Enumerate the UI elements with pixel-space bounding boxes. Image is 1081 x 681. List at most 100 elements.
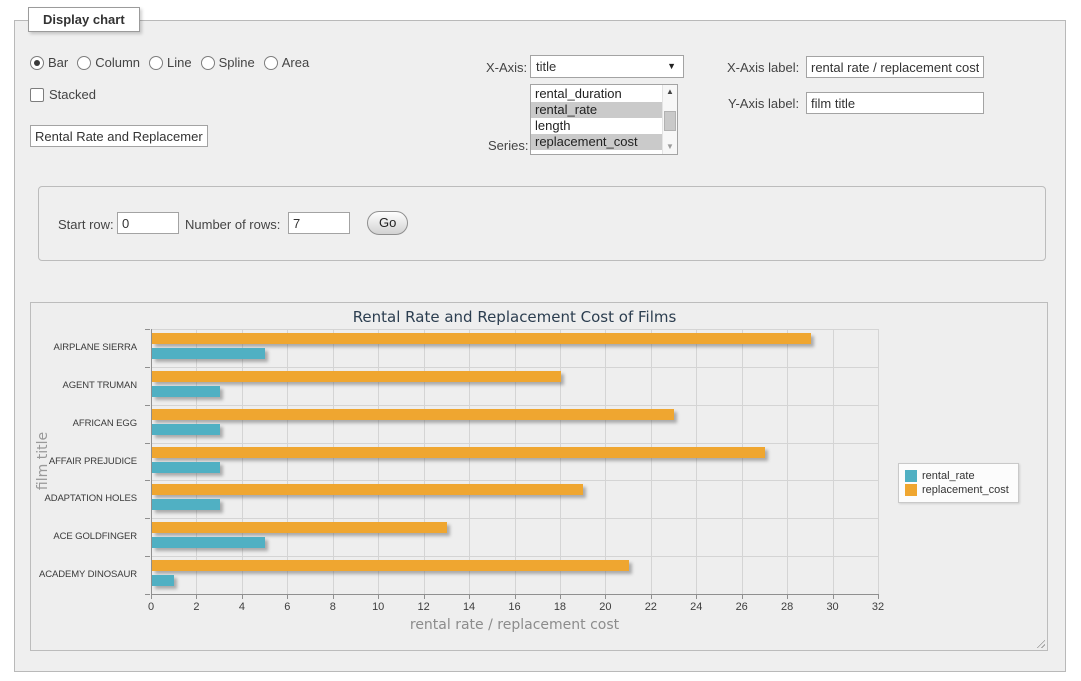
chart-type-option-line[interactable]: Line — [149, 55, 192, 70]
x-axis-label-input[interactable] — [806, 56, 984, 78]
gridline-vertical — [605, 329, 606, 594]
gridline-horizontal — [152, 480, 878, 481]
x-axis-select[interactable]: title ▼ — [530, 55, 684, 78]
gridline-horizontal — [152, 556, 878, 557]
gridline-vertical — [287, 329, 288, 594]
x-tick — [196, 595, 197, 599]
radio-line[interactable] — [149, 56, 163, 70]
gridline-horizontal — [152, 367, 878, 368]
gridline-vertical — [696, 329, 697, 594]
gridline-vertical — [469, 329, 470, 594]
page: Display chart Bar Column Line Spline Area St… — [0, 0, 1081, 681]
y-axis-label-input[interactable] — [806, 92, 984, 114]
x-axis-select-label: X-Axis: — [486, 60, 527, 75]
series-listbox[interactable]: rental_durationrental_ratelengthreplacem… — [530, 84, 678, 155]
chart-type-label-bar: Bar — [48, 55, 68, 70]
stacked-checkbox[interactable] — [30, 88, 44, 102]
chart-type-label-column: Column — [95, 55, 140, 70]
x-tick — [560, 595, 561, 599]
x-axis-title: rental rate / replacement cost — [151, 617, 878, 633]
x-tick — [878, 595, 879, 599]
x-tick-label: 22 — [636, 601, 666, 613]
start-row-input[interactable] — [117, 212, 179, 234]
y-category-labels: AIRPLANE SIERRAAGENT TRUMANAFRICAN EGGAF… — [31, 329, 144, 594]
legend-item-rental_rate: rental_rate — [905, 470, 1009, 482]
y-category-label: ADAPTATION HOLES — [31, 493, 137, 504]
scroll-down-icon[interactable]: ▼ — [663, 141, 677, 153]
x-tick — [787, 595, 788, 599]
gridline-vertical — [651, 329, 652, 594]
bar-rental_rate — [152, 462, 220, 473]
radio-spline[interactable] — [201, 56, 215, 70]
x-tick — [287, 595, 288, 599]
x-tick-label: 4 — [227, 601, 257, 613]
y-tick — [145, 480, 150, 481]
bar-rental_rate — [152, 386, 220, 397]
y-tick — [145, 405, 150, 406]
series-option-length[interactable]: length — [531, 118, 663, 134]
go-button[interactable]: Go — [367, 211, 408, 235]
listbox-scrollbar[interactable]: ▲ ▼ — [662, 85, 677, 154]
y-category-label: ACADEMY DINOSAUR — [31, 569, 137, 580]
gridline-vertical — [742, 329, 743, 594]
radio-column[interactable] — [77, 56, 91, 70]
x-tick-label: 10 — [363, 601, 393, 613]
scrollbar-thumb[interactable] — [664, 111, 676, 131]
chart-title-input[interactable] — [30, 125, 208, 147]
gridline-vertical — [560, 329, 561, 594]
y-category-label: AFFAIR PREJUDICE — [31, 456, 137, 467]
chart-type-option-area[interactable]: Area — [264, 55, 309, 70]
fieldset-legend: Display chart — [28, 7, 140, 32]
gridline-horizontal — [152, 329, 878, 330]
gridline-vertical — [515, 329, 516, 594]
x-tick — [742, 595, 743, 599]
bar-rental_rate — [152, 537, 265, 548]
number-of-rows-input[interactable] — [288, 212, 350, 234]
series-options: rental_durationrental_ratelengthreplacem… — [531, 86, 663, 150]
gridline-vertical — [333, 329, 334, 594]
x-tick-label: 28 — [772, 601, 802, 613]
chart-legend: rental_ratereplacement_cost — [898, 463, 1019, 503]
y-category-label: ACE GOLDFINGER — [31, 531, 137, 542]
x-tick-label: 32 — [863, 601, 893, 613]
resize-handle-icon[interactable] — [1034, 637, 1045, 648]
radio-area[interactable] — [264, 56, 278, 70]
y-category-label: AFRICAN EGG — [31, 418, 137, 429]
chart-title: Rental Rate and Replacement Cost of Film… — [151, 308, 878, 326]
bar-replacement_cost — [152, 409, 674, 420]
series-option-replacement_cost[interactable]: replacement_cost — [531, 134, 663, 150]
y-tick — [145, 329, 150, 330]
chart-type-radio-group: Bar Column Line Spline Area — [30, 55, 318, 70]
x-tick-label: 18 — [545, 601, 575, 613]
x-tick-label: 26 — [727, 601, 757, 613]
x-tick-label: 30 — [818, 601, 848, 613]
bar-rental_rate — [152, 499, 220, 510]
series-option-rental_duration[interactable]: rental_duration — [531, 86, 663, 102]
x-tick — [833, 595, 834, 599]
scroll-up-icon[interactable]: ▲ — [663, 86, 677, 98]
gridline-horizontal — [152, 405, 878, 406]
gridline-horizontal — [152, 518, 878, 519]
number-of-rows-label: Number of rows: — [185, 217, 280, 232]
chart-type-option-bar[interactable]: Bar — [30, 55, 68, 70]
x-tick — [242, 595, 243, 599]
x-tick — [515, 595, 516, 599]
chart-type-option-spline[interactable]: Spline — [201, 55, 255, 70]
series-option-rental_rate[interactable]: rental_rate — [531, 102, 663, 118]
y-tick — [145, 443, 150, 444]
bar-replacement_cost — [152, 560, 629, 571]
chart-type-label-line: Line — [167, 55, 192, 70]
chart-type-option-column[interactable]: Column — [77, 55, 140, 70]
y-tick — [145, 556, 150, 557]
bar-rental_rate — [152, 575, 174, 586]
x-tick-label: 24 — [681, 601, 711, 613]
dropdown-arrow-icon[interactable]: ▼ — [667, 56, 676, 77]
bar-replacement_cost — [152, 522, 447, 533]
gridline-horizontal — [152, 443, 878, 444]
stacked-option[interactable]: Stacked — [30, 87, 96, 102]
radio-bar[interactable] — [30, 56, 44, 70]
gridline-vertical — [378, 329, 379, 594]
x-axis-label-caption: X-Axis label: — [727, 60, 799, 75]
x-tick-label: 16 — [500, 601, 530, 613]
bar-rental_rate — [152, 424, 220, 435]
